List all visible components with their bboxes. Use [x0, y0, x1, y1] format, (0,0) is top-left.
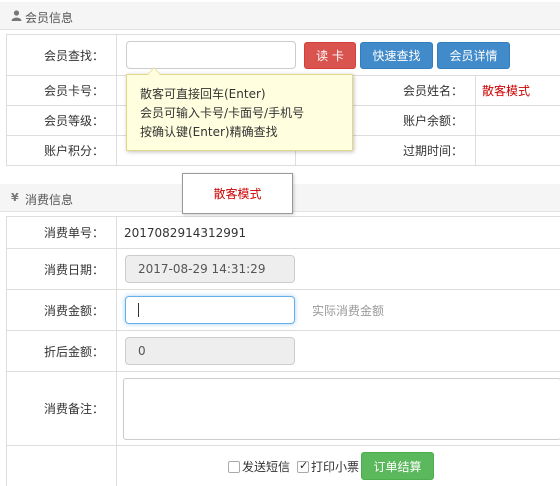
discount-label: 折后金额：: [7, 331, 117, 371]
member-search-label: 会员查找：: [7, 35, 117, 75]
user-icon: [11, 10, 22, 21]
quick-search-button[interactable]: 快速查找: [360, 42, 433, 69]
date-label: 消费日期：: [7, 249, 117, 289]
consume-panel-title: 消费信息: [25, 193, 74, 207]
text-caret: [138, 303, 139, 317]
search-help-tooltip: 散客可直接回车(Enter) 会员可输入卡号/卡面号/手机号 按确认键(Ente…: [126, 67, 353, 151]
amount-input[interactable]: [125, 296, 295, 324]
amount-hint: 实际消费金额: [312, 303, 385, 318]
action-row: 发送短信 打印小票 订单结算: [7, 446, 560, 486]
member-detail-button[interactable]: 会员详情: [437, 42, 510, 69]
tooltip-line-2: 会员可输入卡号/卡面号/手机号: [140, 106, 305, 120]
sms-check-box[interactable]: [228, 460, 240, 473]
remark-textarea[interactable]: [123, 378, 560, 440]
settle-order-button[interactable]: 订单结算: [361, 452, 434, 480]
tooltip-line-3: 按确认键(Enter)精确查找: [140, 125, 278, 139]
date-field[interactable]: 2017-08-29 14:31:29: [125, 255, 295, 283]
read-card-button[interactable]: 读 卡: [304, 42, 356, 69]
member-search-input[interactable]: [126, 41, 296, 69]
expire-value: [476, 136, 560, 165]
action-row-left: [7, 446, 117, 486]
tooltip-line-1: 散客可直接回车(Enter): [140, 87, 266, 101]
amount-label: 消费金额：: [7, 290, 117, 330]
member-name-value: 散客模式: [476, 76, 560, 105]
discount-row: 折后金额： 0: [7, 331, 560, 372]
level-label: 会员等级：: [7, 106, 117, 135]
print-checkbox[interactable]: 打印小票: [297, 458, 359, 475]
order-no-value: 2017082914312991: [124, 225, 247, 240]
member-panel-title: 会员信息: [25, 11, 74, 25]
date-row: 消费日期： 2017-08-29 14:31:29: [7, 249, 560, 290]
tooltip-arrow: [147, 67, 161, 75]
sms-checkbox[interactable]: 发送短信: [228, 458, 290, 475]
walk-in-mode-popup: 散客模式: [182, 173, 293, 214]
order-no-row: 消费单号： 2017082914312991: [7, 217, 560, 249]
yen-icon: ¥: [11, 191, 19, 204]
order-no-label: 消费单号：: [7, 217, 117, 248]
member-panel-header: 会员信息: [0, 2, 560, 30]
card-no-label: 会员卡号：: [7, 76, 117, 105]
sms-label: 发送短信: [242, 460, 291, 474]
print-label: 打印小票: [311, 460, 360, 474]
balance-value: [476, 106, 560, 135]
discount-field[interactable]: 0: [125, 337, 295, 365]
remark-row: 消费备注：: [7, 372, 560, 446]
consume-info-table: 消费单号： 2017082914312991 消费日期： 2017-08-29 …: [6, 216, 560, 486]
print-check-box[interactable]: [297, 459, 309, 473]
points-label: 账户积分：: [7, 136, 117, 165]
member-search-row: 会员查找： 读 卡 快速查找 会员详情: [7, 35, 560, 76]
amount-row: 消费金额： 实际消费金额: [7, 290, 560, 331]
remark-label: 消费备注：: [7, 372, 117, 445]
